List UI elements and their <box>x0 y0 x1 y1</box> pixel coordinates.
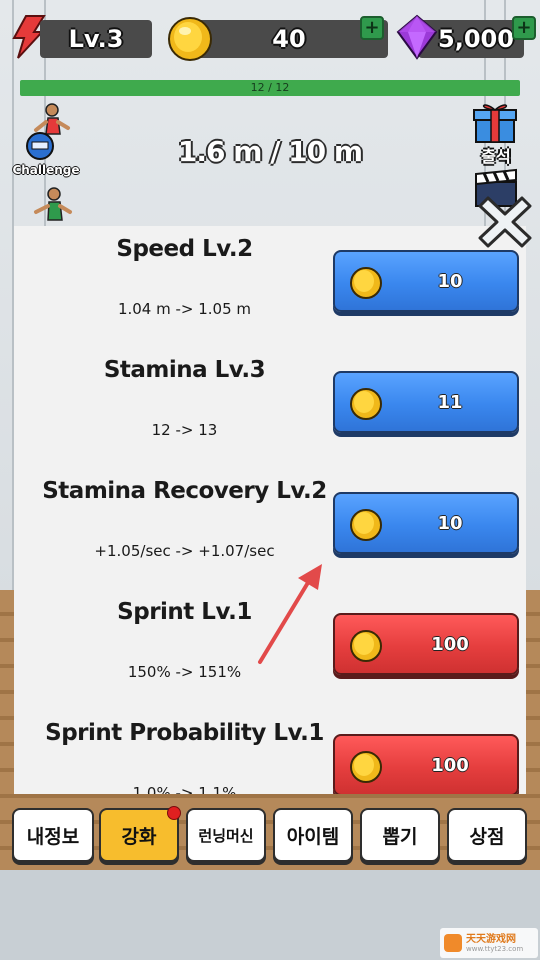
upgrade-stamina-recovery-button[interactable]: 10 <box>333 492 519 554</box>
watermark-logo <box>444 934 462 952</box>
progress-label: 12 / 12 <box>250 81 290 94</box>
attendance-label[interactable]: 출석 <box>470 143 522 167</box>
upgrade-description: +1.05/sec -> +1.07/sec <box>94 542 275 560</box>
upgrade-description: 1.04 m -> 1.05 m <box>117 300 252 318</box>
add-coins-button[interactable]: + <box>360 16 384 40</box>
watermark: 天天游戏网 www.ttyt23.com <box>440 928 538 958</box>
level-text: Lv.3 <box>68 25 124 53</box>
tab-label: 상점 <box>469 825 505 848</box>
tab-label: 아이템 <box>286 825 340 848</box>
coin-count: 40 <box>272 25 306 53</box>
upgrade-sprint-button[interactable]: 100 <box>333 613 519 675</box>
upgrade-title: Stamina Recovery Lv.2 <box>42 478 327 504</box>
tab-my-info[interactable]: 내정보 <box>12 808 94 862</box>
coin-icon <box>350 509 382 541</box>
watermark-name: 天天游戏网 <box>466 933 516 945</box>
watermark-url: www.ttyt23.com <box>466 944 524 953</box>
arrow-icon <box>258 564 322 664</box>
tab-upgrade[interactable]: 강화 <box>99 806 181 862</box>
upgrade-stamina-button[interactable]: 11 <box>333 371 519 433</box>
upgrade-cost: 10 <box>437 270 463 292</box>
upgrade-cost: 11 <box>437 391 463 413</box>
upgrade-row-sprint-probability: Sprint Probability Lv.1 1.0% -> 1.1% 100 <box>14 710 526 794</box>
upgrade-speed-button[interactable]: 10 <box>333 250 519 312</box>
challenge-icon[interactable] <box>22 100 74 162</box>
upgrade-panel: Speed Lv.2 1.04 m -> 1.05 m 10 Stamina L… <box>14 226 526 794</box>
challenge-label: Challenge <box>12 163 80 177</box>
stamina-progress-bar: 12 / 12 <box>20 80 520 96</box>
bottom-tab-bar: 내정보 강화 런닝머신 아이템 뽑기 상점 <box>0 800 540 870</box>
tab-label: 내정보 <box>26 825 80 848</box>
distance-text: 1.6 m / 10 m <box>177 135 363 168</box>
upgrade-sprint-probability-button[interactable]: 100 <box>333 734 519 794</box>
upgrade-row-stamina: Stamina Lv.3 12 -> 13 11 <box>14 347 526 468</box>
coin-icon <box>350 388 382 420</box>
tab-label: 뽑기 <box>382 825 418 848</box>
upgrade-description: 1.0% -> 1.1% <box>132 784 237 794</box>
upgrade-cost: 100 <box>431 754 469 776</box>
upgrade-cost: 10 <box>437 512 463 534</box>
upgrade-title: Sprint Probability Lv.1 <box>45 720 324 746</box>
upgrade-title: Stamina Lv.3 <box>103 357 266 383</box>
watermark-text-block: 天天游戏网 www.ttyt23.com <box>466 934 523 953</box>
tab-label: 런닝머신 <box>198 826 254 845</box>
close-icon[interactable] <box>476 192 534 250</box>
level-display: Lv.3 <box>40 20 152 58</box>
coin-icon <box>350 630 382 662</box>
coin-icon <box>350 267 382 299</box>
runner-icon <box>34 187 72 221</box>
add-gems-button[interactable]: + <box>512 16 536 40</box>
upgrade-row-speed: Speed Lv.2 1.04 m -> 1.05 m 10 <box>14 226 526 347</box>
coin-icon <box>168 17 212 61</box>
coin-icon <box>350 751 382 783</box>
upgrade-cost: 100 <box>431 633 469 655</box>
tab-item[interactable]: 아이템 <box>273 808 353 862</box>
gem-count: 5,000 <box>438 25 514 53</box>
coin-display: 40 <box>190 20 388 58</box>
notification-badge <box>167 806 181 820</box>
upgrade-description: 12 -> 13 <box>151 421 218 439</box>
upgrade-title: Speed Lv.2 <box>116 236 253 262</box>
tab-label: 강화 <box>121 825 157 848</box>
gift-icon[interactable] <box>470 100 520 144</box>
tab-shop[interactable]: 상점 <box>447 808 527 862</box>
gem-icon <box>396 14 438 60</box>
tab-gacha[interactable]: 뽑기 <box>360 808 440 862</box>
tab-treadmill[interactable]: 런닝머신 <box>186 808 266 862</box>
